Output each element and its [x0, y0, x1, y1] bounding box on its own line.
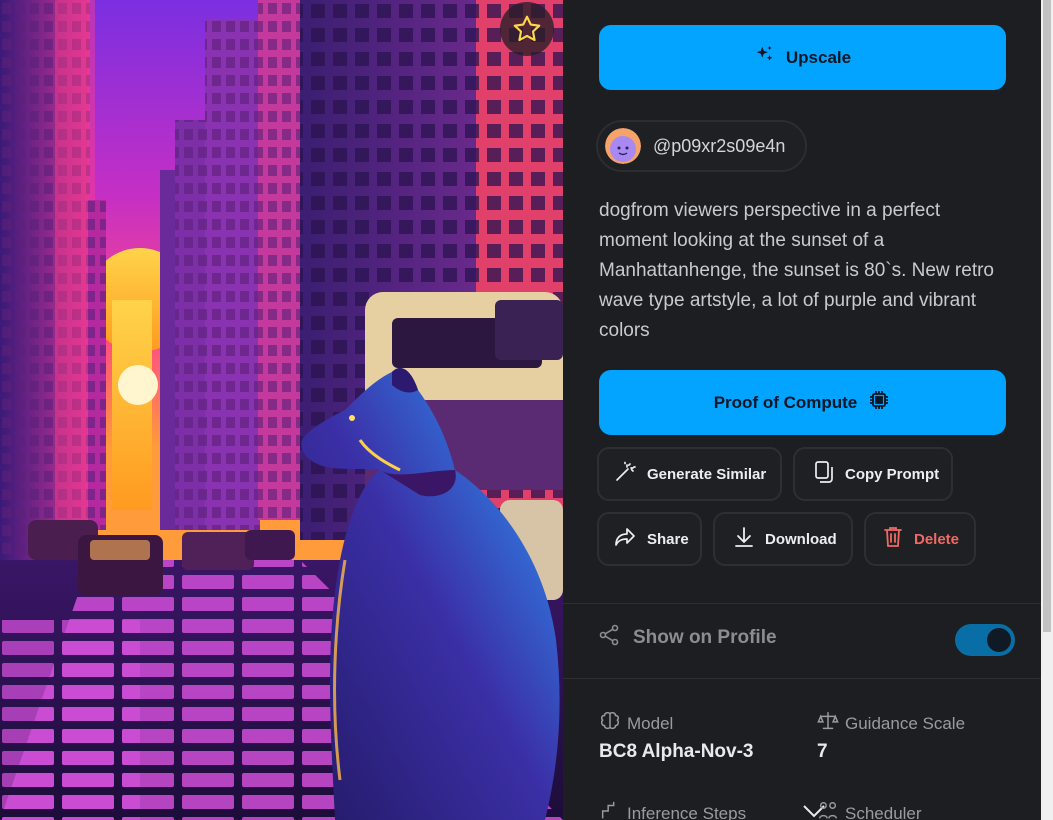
sparkles-icon	[754, 44, 776, 71]
scrollbar-thumb[interactable]	[1043, 0, 1051, 632]
scheduler-label: Scheduler	[845, 803, 922, 820]
upscale-label: Upscale	[785, 47, 852, 67]
scheduler-label-row: Scheduler	[817, 800, 922, 820]
generate-similar-label: Generate Similar	[647, 465, 767, 483]
scheduler-icon	[817, 800, 839, 820]
share-icon	[613, 525, 637, 553]
share-button[interactable]: Share	[597, 512, 702, 566]
model-label: Model	[627, 713, 674, 733]
copy-prompt-button[interactable]: Copy Prompt	[793, 447, 953, 501]
trash-icon	[882, 525, 904, 553]
generated-image-art	[0, 0, 563, 820]
steps-icon	[599, 800, 621, 820]
proof-of-compute-label: Proof of Compute	[713, 392, 858, 412]
inference-label-row: Inference Steps	[599, 800, 746, 820]
copy-icon	[813, 460, 835, 488]
details-panel: Upscale @p09xr2s09e4n dogfrom viewers pe…	[563, 0, 1041, 820]
inference-label: Inference Steps	[627, 803, 747, 820]
user-chip[interactable]: @p09xr2s09e4n	[596, 120, 808, 172]
share-nodes-icon	[597, 623, 621, 653]
download-label: Download	[765, 530, 837, 548]
divider	[563, 678, 1041, 679]
generate-similar-button[interactable]: Generate Similar	[597, 447, 782, 501]
copy-prompt-label: Copy Prompt	[845, 465, 940, 483]
guidance-label: Guidance Scale	[845, 713, 966, 733]
model-value: BC8 Alpha-Nov-3	[599, 741, 754, 762]
username[interactable]: @p09xr2s09e4n	[653, 136, 785, 157]
show-on-profile-label: Show on Profile	[633, 627, 777, 648]
delete-label: Delete	[914, 530, 960, 548]
brain-icon	[599, 710, 621, 737]
delete-button[interactable]: Delete	[864, 512, 976, 566]
show-on-profile-toggle[interactable]	[955, 624, 1015, 656]
scrollbar[interactable]	[1041, 0, 1053, 820]
star-icon	[511, 13, 543, 45]
prompt-text: dogfrom viewers perspective in a perfect…	[599, 200, 995, 341]
share-label: Share	[647, 530, 689, 548]
download-icon	[733, 525, 755, 553]
image-detail-view: Upscale @p09xr2s09e4n dogfrom viewers pe…	[0, 0, 1053, 820]
generated-image[interactable]	[0, 0, 563, 820]
chip-icon	[867, 388, 891, 417]
guidance-label-row: Guidance Scale	[817, 710, 965, 737]
magic-wand-icon	[613, 460, 637, 488]
proof-of-compute-button[interactable]: Proof of Compute	[599, 370, 1006, 435]
guidance-value: 7	[817, 741, 828, 762]
favorite-button[interactable]	[500, 2, 554, 56]
model-label-row: Model	[599, 710, 673, 737]
divider	[563, 603, 1041, 604]
avatar	[605, 128, 641, 164]
download-button[interactable]: Download	[713, 512, 853, 566]
scale-icon	[817, 710, 839, 737]
show-on-profile-row: Show on Profile	[597, 623, 777, 653]
toggle-knob	[987, 628, 1011, 652]
upscale-button[interactable]: Upscale	[599, 25, 1006, 90]
